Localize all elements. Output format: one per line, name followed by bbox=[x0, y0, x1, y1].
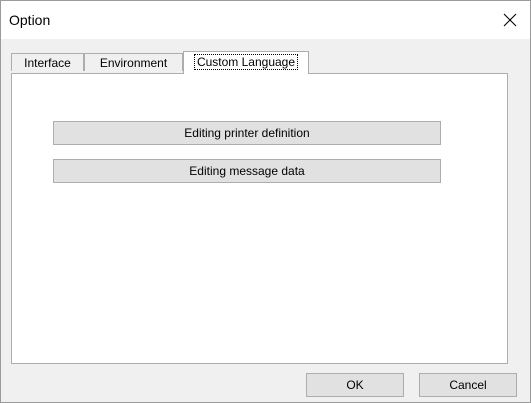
editing-message-data-button[interactable]: Editing message data bbox=[53, 159, 441, 183]
cancel-button[interactable]: Cancel bbox=[419, 373, 517, 397]
tab-interface[interactable]: Interface bbox=[11, 53, 84, 71]
close-button[interactable] bbox=[490, 1, 530, 39]
tab-interface-label: Interface bbox=[24, 56, 71, 70]
option-dialog: Option Interface Environment Custom Lang… bbox=[0, 0, 531, 403]
close-icon bbox=[503, 13, 517, 27]
tab-environment-label: Environment bbox=[99, 56, 168, 70]
tab-custom-language[interactable]: Custom Language bbox=[183, 51, 309, 74]
ok-button[interactable]: OK bbox=[306, 373, 404, 397]
editing-printer-definition-button[interactable]: Editing printer definition bbox=[53, 121, 441, 145]
window-title: Option bbox=[9, 12, 51, 28]
tab-panel-custom-language: Editing printer definition Editing messa… bbox=[11, 73, 508, 364]
tab-custom-language-label: Custom Language bbox=[193, 54, 299, 70]
title-bar: Option bbox=[1, 1, 530, 39]
tab-environment[interactable]: Environment bbox=[84, 53, 183, 71]
